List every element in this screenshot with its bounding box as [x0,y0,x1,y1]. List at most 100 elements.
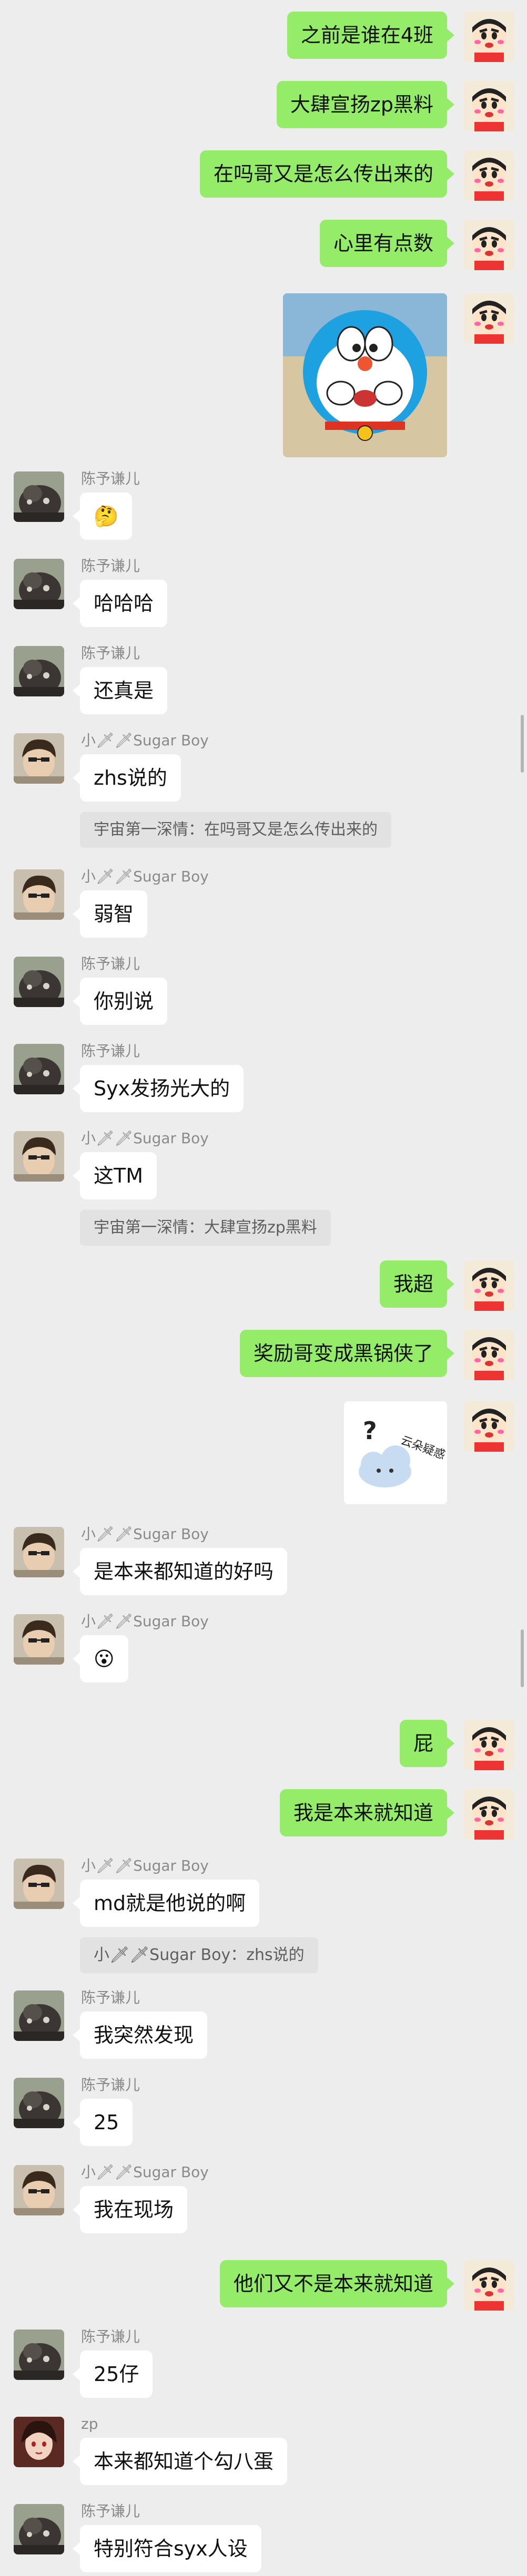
sender-name: 陈予谦儿 [81,2502,140,2520]
message-text: 我超 [393,1272,433,1296]
sender-name: 陈予谦儿 [81,1989,140,2006]
sender-avatar[interactable] [14,1614,64,1665]
sender-name: 小🗡🗡Sugar Boy [81,868,209,885]
message-text: 我是本来就知道 [293,1801,433,1824]
message-bubble[interactable]: 🤔 [72,492,133,540]
quoted-reply[interactable]: 小🗡🗡Sugar Boy：zhs说的 [80,1937,318,1973]
sender-avatar[interactable] [14,2165,64,2215]
sender-name: 小🗡🗡Sugar Boy [81,1613,209,1630]
sender-avatar[interactable] [14,2329,64,2380]
message-bubble[interactable]: 他们又不是本来就知道 [219,2260,455,2307]
sender-name: 陈予谦儿 [81,470,140,487]
message-text: 本来都知道个勾八蛋 [94,2450,274,2473]
message-bubble[interactable]: 心里有点数 [319,220,455,267]
message-text: 25仔 [94,2363,139,2386]
sender-avatar[interactable] [14,646,64,696]
scroll-indicator[interactable] [521,715,524,773]
message-bubble[interactable]: 我在现场 [72,2186,188,2233]
message-text: 我突然发现 [94,2024,194,2047]
message-bubble[interactable]: 这TM [73,1152,157,1199]
message-bubble[interactable]: 特别符合syx人设 [73,2525,261,2572]
self-avatar[interactable] [464,150,514,201]
sender-avatar[interactable] [14,471,64,522]
svg-text:?: ? [363,1417,377,1445]
message-text: md就是他说的啊 [94,1892,246,1915]
sender-name: 小🗡🗡Sugar Boy [81,732,209,749]
message-text: zhs说的 [94,766,167,789]
sender-name: 陈予谦儿 [81,644,140,662]
sender-avatar[interactable] [14,869,64,920]
message-text: 之前是谁在4班 [300,24,433,47]
message-bubble[interactable]: 之前是谁在4班 [287,12,455,59]
message-bubble[interactable]: 哈哈哈 [72,580,168,627]
message-bubble[interactable]: 屁 [399,1720,455,1767]
sender-avatar[interactable] [14,1044,64,1094]
message-text: 大肆宣扬zp黑料 [290,93,433,116]
sender-name: 小🗡🗡Sugar Boy [81,1857,209,1874]
self-avatar[interactable] [464,1789,514,1840]
message-bubble[interactable]: 在吗哥又是怎么传出来的 [199,150,455,198]
sender-avatar[interactable] [14,2417,64,2467]
self-avatar[interactable] [464,1720,514,1770]
message-bubble[interactable]: 奖励哥变成黑锅侠了 [239,1330,455,1377]
message-bubble[interactable]: 😮 [73,1635,128,1682]
sender-name: 小🗡🗡Sugar Boy [81,1130,209,1147]
quoted-reply[interactable]: 宇宙第一深情：在吗哥又是怎么传出来的 [80,812,391,848]
sender-avatar[interactable] [14,2078,64,2128]
sender-avatar[interactable] [14,1527,64,1577]
message-bubble[interactable]: zhs说的 [73,754,181,802]
message-bubble[interactable]: 弱智 [72,890,148,938]
scroll-indicator-lower[interactable] [521,1629,524,1687]
message-text: 你别说 [94,990,154,1013]
message-bubble[interactable]: 是本来都知道的好吗 [72,1548,288,1595]
sender-avatar[interactable] [14,1859,64,1909]
quoted-reply[interactable]: 宇宙第一深情：大肆宣扬zp黑料 [80,1210,331,1246]
message-bubble[interactable]: 我是本来就知道 [279,1789,455,1836]
sender-name: 小🗡🗡Sugar Boy [81,2163,209,2181]
sender-avatar[interactable] [14,1990,64,2041]
self-avatar[interactable] [464,12,514,62]
sender-avatar[interactable] [14,559,64,609]
sender-name: zp [81,2415,98,2433]
self-avatar[interactable] [464,1401,514,1452]
self-avatar[interactable] [464,220,514,270]
sender-name: 陈予谦儿 [81,2076,140,2093]
message-bubble[interactable]: 本来都知道个勾八蛋 [72,2438,288,2485]
sender-avatar[interactable] [14,957,64,1007]
message-text: 这TM [94,1164,143,1187]
message-text: Syx发扬光大的 [94,1077,230,1100]
self-avatar[interactable] [464,1260,514,1311]
self-avatar[interactable] [464,1330,514,1380]
message-text: 25 [94,2111,119,2134]
message-bubble[interactable]: 还真是 [72,667,168,714]
message-text: 哈哈哈 [94,592,154,615]
message-bubble[interactable]: 25 [72,2099,133,2146]
sender-name: 陈予谦儿 [81,1042,140,1060]
emoji-reaction: 😮 [94,1647,115,1670]
self-avatar[interactable] [464,2260,514,2311]
message-text: 还真是 [94,679,154,702]
message-bubble[interactable]: 大肆宣扬zp黑料 [276,81,455,128]
message-text: 弱智 [94,902,134,926]
message-bubble[interactable]: md就是他说的啊 [72,1880,260,1927]
message-text: 心里有点数 [333,232,433,255]
self-avatar[interactable] [464,81,514,131]
sender-avatar[interactable] [14,1131,64,1182]
doraemon-sticker[interactable] [283,293,447,457]
sender-name: 陈予谦儿 [81,2328,140,2345]
self-avatar[interactable] [464,293,514,344]
message-text: 在吗哥又是怎么传出来的 [213,162,433,186]
message-bubble[interactable]: 我突然发现 [72,2011,208,2059]
message-text: 屁 [413,1732,433,1755]
sender-avatar[interactable] [14,733,64,784]
sender-avatar[interactable] [14,2504,64,2554]
message-bubble[interactable]: Syx发扬光大的 [72,1065,244,1112]
sender-name: 陈予谦儿 [81,557,140,574]
message-bubble[interactable]: 我超 [379,1260,455,1308]
message-bubble[interactable]: 你别说 [72,978,168,1025]
sender-name: 小🗡🗡Sugar Boy [81,1525,209,1543]
message-text: 他们又不是本来就知道 [233,2272,433,2295]
message-text: 特别符合syx人设 [94,2537,248,2560]
message-bubble[interactable]: 25仔 [72,2351,153,2398]
cloud-sticker[interactable]: ? 云朵疑惑 [344,1401,447,1504]
